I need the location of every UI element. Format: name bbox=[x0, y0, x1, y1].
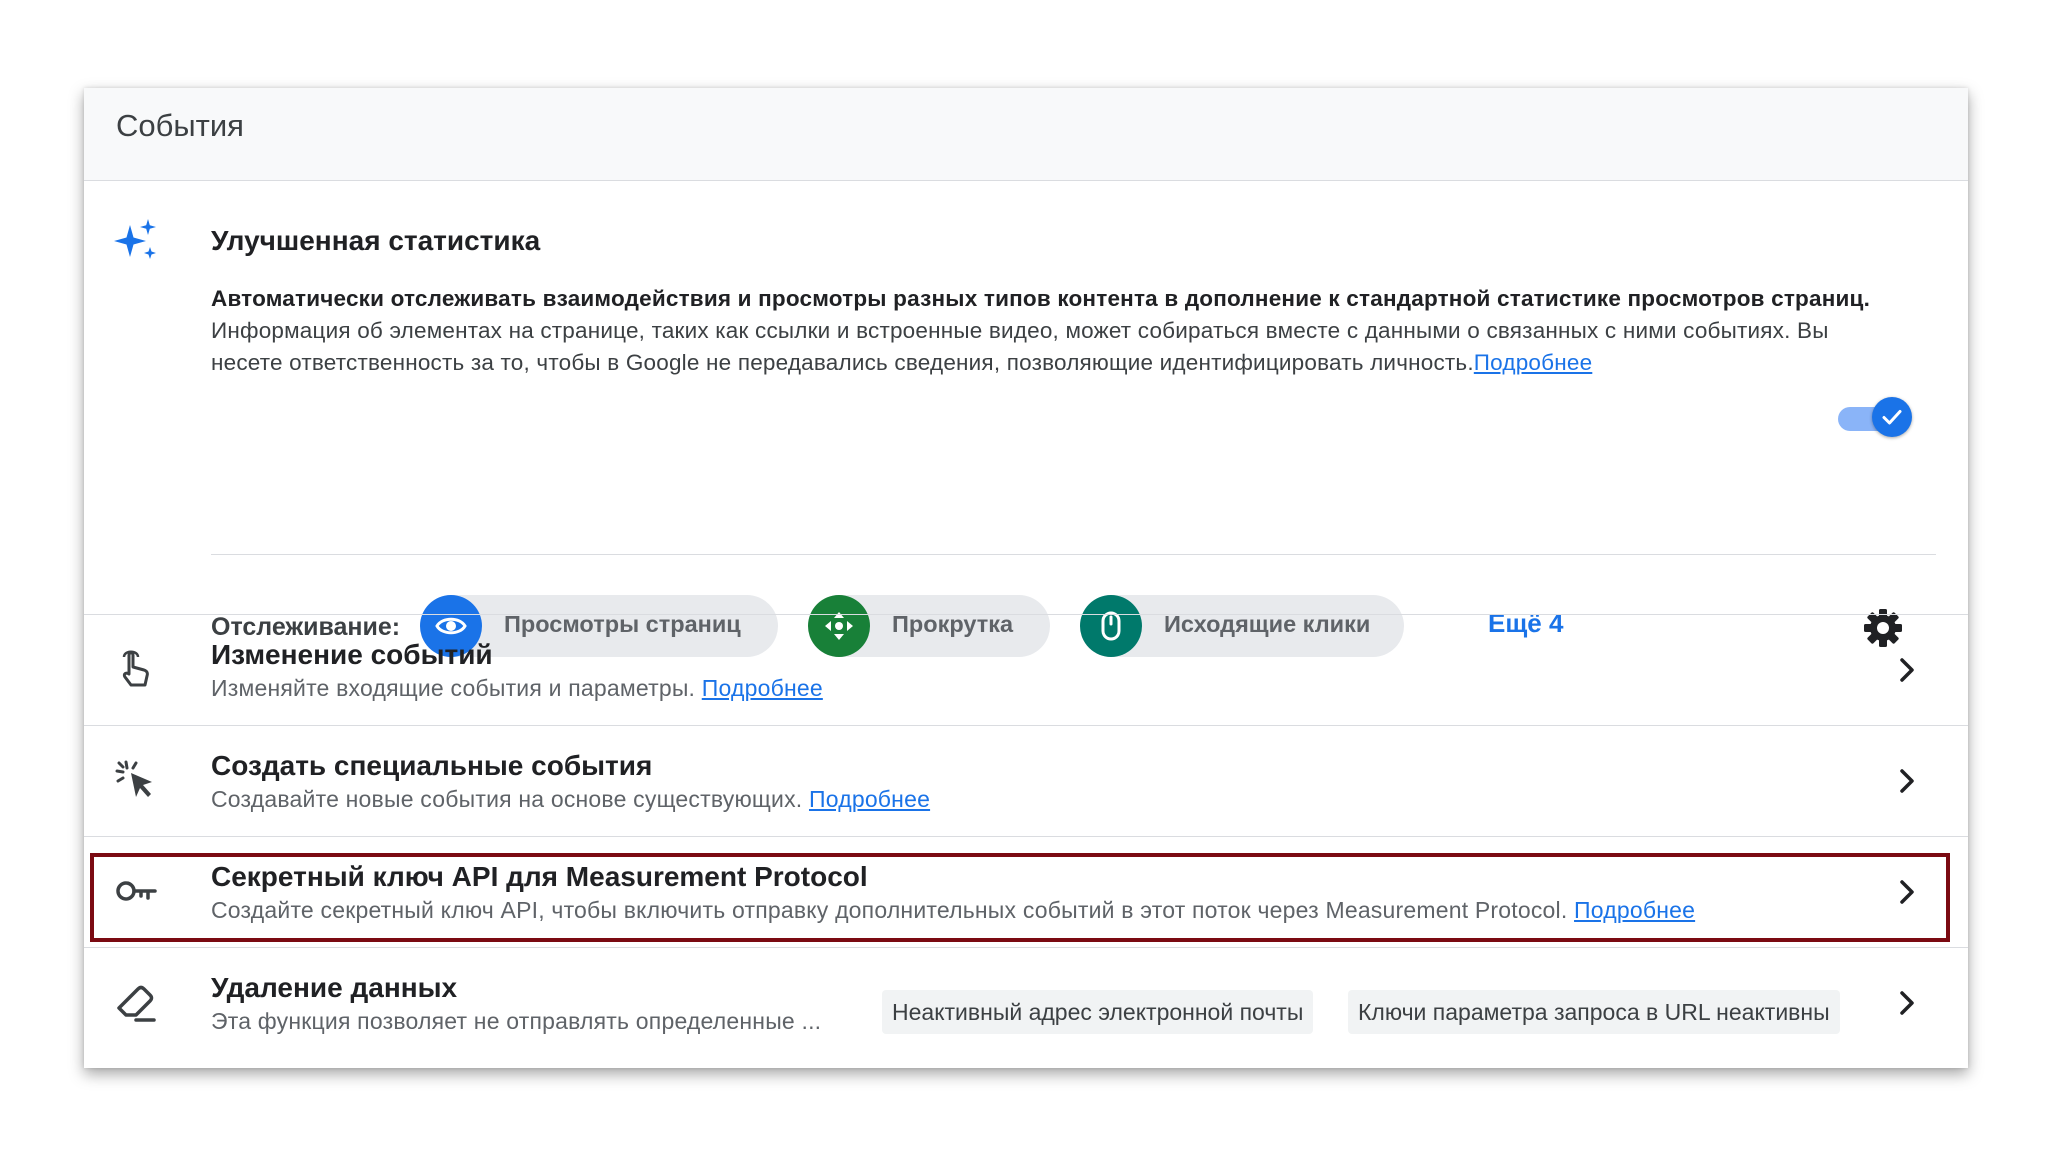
enhanced-measurement-toggle[interactable] bbox=[1836, 397, 1912, 437]
row-data-redaction[interactable]: Удаление данных Эта функция позволяет не… bbox=[84, 947, 1968, 1058]
row-subtitle-text: Создайте секретный ключ API, чтобы включ… bbox=[211, 897, 1568, 923]
enhanced-measurement-description: Автоматически отслеживать взаимодействия… bbox=[211, 283, 1871, 379]
sparkle-icon bbox=[114, 219, 156, 259]
section-divider bbox=[211, 554, 1936, 555]
row-title: Создать специальные события bbox=[211, 750, 653, 781]
row-subtitle: Изменяйте входящие события и параметры. … bbox=[211, 675, 823, 702]
learn-more-link[interactable]: Подробнее bbox=[702, 675, 823, 701]
cursor-click-icon bbox=[115, 760, 152, 797]
description-strong: Автоматически отслеживать взаимодействия… bbox=[211, 286, 1871, 311]
row-subtitle-text: Создавайте новые события на основе сущес… bbox=[211, 786, 803, 812]
row-title: Изменение событий bbox=[211, 639, 493, 670]
events-card: События Улучшенная статистика Автоматиче… bbox=[84, 88, 1968, 1068]
tag-query-params-inactive: Ключи параметра запроса в URL неактивны bbox=[1348, 990, 1840, 1034]
row-modify-events[interactable]: Изменение событий Изменяйте входящие соб… bbox=[84, 614, 1968, 725]
learn-more-link[interactable]: Подробнее bbox=[1474, 350, 1593, 375]
learn-more-link[interactable]: Подробнее bbox=[1574, 897, 1695, 923]
chevron-right-icon bbox=[1900, 991, 1914, 1015]
row-subtitle: Эта функция позволяет не отправлять опре… bbox=[211, 1008, 822, 1034]
toggle-thumb bbox=[1872, 397, 1912, 437]
eraser-icon bbox=[117, 985, 156, 1022]
row-subtitle-text: Изменяйте входящие события и параметры. bbox=[211, 675, 696, 701]
row-measurement-protocol-api-secret[interactable]: Секретный ключ API для Measurement Proto… bbox=[84, 836, 1968, 947]
card-title: События bbox=[116, 108, 244, 143]
checkmark-icon bbox=[1882, 410, 1902, 425]
enhanced-measurement-title: Улучшенная статистика bbox=[211, 225, 541, 256]
card-header: События bbox=[84, 88, 1968, 181]
touch-hand-icon bbox=[122, 650, 149, 687]
row-subtitle: Создайте секретный ключ API, чтобы включ… bbox=[211, 897, 1695, 924]
row-subtitle: Создавайте новые события на основе сущес… bbox=[211, 786, 930, 813]
tag-inactive-email: Неактивный адрес электронной почты bbox=[882, 990, 1314, 1034]
chevron-right-icon bbox=[1900, 658, 1914, 682]
enhanced-measurement-section: Улучшенная статистика Автоматически отсл… bbox=[84, 181, 1968, 657]
row-title: Секретный ключ API для Measurement Proto… bbox=[211, 861, 868, 892]
key-icon bbox=[116, 881, 157, 901]
chevron-right-icon bbox=[1900, 880, 1914, 904]
row-title: Удаление данных bbox=[211, 972, 458, 1003]
chevron-right-icon bbox=[1900, 769, 1914, 793]
row-create-custom-events[interactable]: Создать специальные события Создавайте н… bbox=[84, 725, 1968, 836]
learn-more-link[interactable]: Подробнее bbox=[809, 786, 930, 812]
